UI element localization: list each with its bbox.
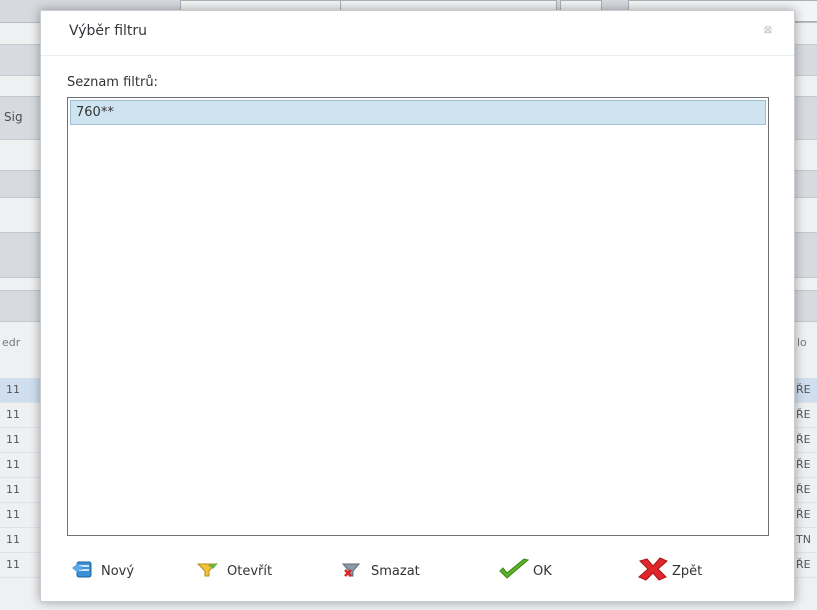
delete-filter-label: Smazat bbox=[371, 563, 420, 579]
dialog-toolbar: Nový Otevřít Smazat OK Zpět bbox=[67, 557, 767, 585]
open-filter-icon bbox=[195, 559, 221, 583]
new-filter-label: Nový bbox=[101, 563, 135, 579]
ok-label: OK bbox=[533, 563, 552, 579]
filter-list[interactable]: 760** bbox=[67, 97, 769, 536]
open-filter-label: Otevřít bbox=[227, 563, 273, 579]
background-column-header: lo bbox=[797, 336, 807, 349]
filter-selection-dialog: Výběr filtru ⊠ Seznam filtrů: 760** Nový bbox=[40, 10, 795, 602]
close-icon[interactable]: ⊠ bbox=[762, 25, 774, 37]
new-filter-button[interactable]: Nový bbox=[69, 557, 134, 585]
back-button[interactable]: Zpět bbox=[637, 557, 702, 585]
filter-list-item[interactable]: 760** bbox=[70, 100, 766, 125]
delete-filter-button[interactable]: Smazat bbox=[339, 557, 420, 585]
background-side-label: Sig bbox=[4, 110, 23, 124]
cancel-x-icon bbox=[637, 557, 669, 585]
checkmark-icon bbox=[497, 557, 531, 585]
background-column-header: edr bbox=[2, 336, 21, 349]
filter-list-label: Seznam filtrů: bbox=[67, 75, 158, 90]
title-divider bbox=[41, 55, 794, 56]
new-document-icon bbox=[69, 559, 95, 583]
ok-button[interactable]: OK bbox=[497, 557, 552, 585]
delete-filter-icon bbox=[339, 559, 365, 583]
open-filter-button[interactable]: Otevřít bbox=[195, 557, 272, 585]
dialog-title: Výběr filtru bbox=[69, 23, 148, 39]
back-label: Zpět bbox=[672, 563, 703, 579]
